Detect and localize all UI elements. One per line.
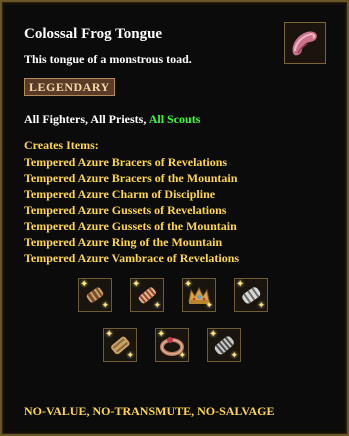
created-item[interactable]: Tempered Azure Gussets of Revelations xyxy=(24,202,239,218)
bracer-icon[interactable]: ✦ ✦ xyxy=(78,278,112,312)
creates-heading: Creates Items: xyxy=(24,138,99,152)
class-priests: All Priests xyxy=(90,112,144,126)
rarity-badge: LEGENDARY xyxy=(24,78,115,96)
frog-tongue-icon xyxy=(284,22,326,64)
item-name: Colossal Frog Tongue xyxy=(24,26,163,42)
ring-icon[interactable]: ✦ ✦ xyxy=(155,328,189,362)
class-restrictions: All Fighters, All Priests, All Scouts xyxy=(24,112,200,127)
created-item[interactable]: Tempered Azure Gussets of the Mountain xyxy=(24,218,239,234)
created-items-list: Tempered Azure Bracers of Revelations Te… xyxy=(24,154,239,266)
gusset-icon[interactable]: ✦ ✦ xyxy=(234,278,268,312)
bracer-icon[interactable]: ✦ ✦ xyxy=(130,278,164,312)
created-item[interactable]: Tempered Azure Vambrace of Revelations xyxy=(24,250,239,266)
created-item[interactable]: Tempered Azure Charm of Discipline xyxy=(24,186,239,202)
created-item[interactable]: Tempered Azure Ring of the Mountain xyxy=(24,234,239,250)
created-item[interactable]: Tempered Azure Bracers of the Mountain xyxy=(24,170,239,186)
class-scouts: All Scouts xyxy=(148,112,201,126)
gusset-icon[interactable]: ✦ ✦ xyxy=(103,328,137,362)
created-item[interactable]: Tempered Azure Bracers of Revelations xyxy=(24,154,239,170)
class-fighters: All Fighters xyxy=(24,112,85,126)
item-tooltip: Colossal Frog Tongue This tongue of a mo… xyxy=(0,0,349,436)
vambrace-icon[interactable]: ✦ ✦ xyxy=(207,328,241,362)
item-flags: NO-VALUE, NO-TRANSMUTE, NO-SALVAGE xyxy=(24,404,275,418)
crown-charm-icon[interactable]: ✦ ✦ xyxy=(182,278,216,312)
item-description: This tongue of a monstrous toad. xyxy=(24,52,192,66)
